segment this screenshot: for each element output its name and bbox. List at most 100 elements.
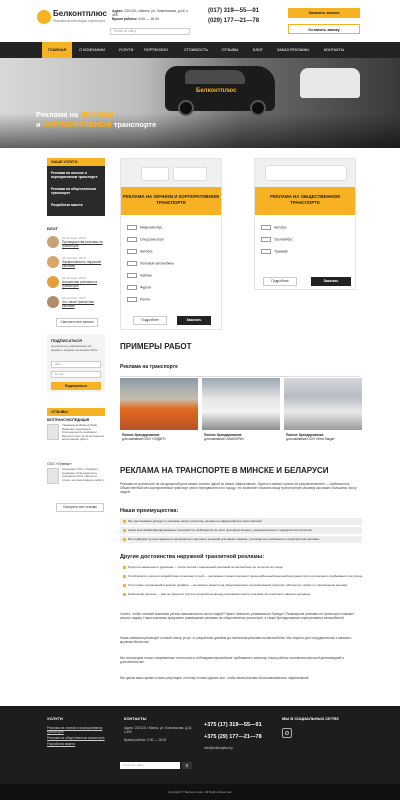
card-more-button[interactable]: Подробнее — [263, 277, 297, 286]
hero-line1-a: Реклама на — [36, 110, 81, 119]
hero-line1-b: ЛИЧНОМ — [80, 110, 114, 119]
work-photo[interactable] — [120, 378, 198, 430]
about-paragraph: Хотите, чтобы о вашей компании узнало ма… — [120, 612, 355, 620]
hero-title: Реклама на ЛИЧНОМ и КОРПОРАТИВНОМ трансп… — [36, 110, 156, 130]
work-photo[interactable] — [284, 378, 362, 430]
sidebar-service-public[interactable]: Реклама на общественном транспорте — [51, 187, 103, 195]
hero-banner: Белконтплюс — [0, 58, 400, 148]
nav-item-blog[interactable]: БЛОГ — [248, 42, 268, 58]
hero-car-logo: Белконтплюс — [196, 88, 237, 94]
about-paragraph: Мы используем только современные техноло… — [120, 656, 344, 664]
work-photo[interactable] — [202, 378, 280, 430]
benefit-item: Устойчивость к влаге и воздействию солне… — [120, 573, 362, 580]
review-text: Компания ООО «Трэвэкс» выражает благодар… — [62, 467, 105, 482]
review-item: ООО «Трэвэкс» Компания ООО «Трэвэкс» выр… — [47, 462, 105, 492]
sidebar-service-personal[interactable]: Реклама на личном и корпоративном трансп… — [51, 171, 103, 179]
option-label: Ралли — [140, 297, 150, 302]
all-posts-button[interactable]: Смотреть все записи — [56, 318, 98, 327]
phone-2[interactable]: (029) 177—21—78 — [208, 16, 259, 26]
footer-service-link[interactable]: Реклама на личном и корпоративном трансп… — [47, 726, 109, 734]
footer-search-input[interactable]: Поиск по сайту — [120, 762, 180, 769]
footer-phone-1[interactable]: +375 (17) 319—55—91 — [204, 722, 262, 728]
option-item[interactable]: Автобус — [261, 225, 287, 230]
nav-item-about[interactable]: О КОМПАНИИ — [74, 42, 110, 58]
phone-1[interactable]: (017) 319—55—91 — [208, 6, 259, 16]
blog-title[interactable]: Эффективность наружной рекламы — [62, 260, 105, 269]
option-item[interactable]: Кабина — [127, 273, 151, 278]
other-benefits-title: Другие достоинства наружной транзитной р… — [120, 554, 265, 560]
footer-service-link[interactable]: Реклама на общественном транспорте — [47, 736, 109, 740]
review-letter-thumb[interactable] — [47, 424, 59, 440]
about-paragraph: Реклама на транспорте на сегодняшний ден… — [120, 482, 357, 494]
work-caption-client: для компании ООО «ЭЛДИТ» — [122, 436, 166, 441]
option-item[interactable]: Троллейбус — [261, 237, 293, 242]
nav-item-reviews[interactable]: ОТЗЫВЫ — [218, 42, 242, 58]
van-icon — [127, 285, 137, 290]
option-item[interactable]: Автобус — [127, 249, 153, 254]
option-item[interactable]: Фургон — [127, 285, 151, 290]
blog-title[interactable]: Что такое транзитная реклама — [62, 300, 105, 309]
option-label: Спецтранспорт — [140, 237, 165, 242]
copyright: Copyright © Белконтплюс. All Rights Rese… — [0, 784, 400, 800]
search-input[interactable]: Поиск по сайту — [110, 28, 190, 35]
rally-car-icon — [127, 297, 137, 302]
cabin-icon — [127, 273, 137, 278]
option-label: Фургон — [140, 285, 152, 290]
nav-item-contacts[interactable]: КОНТАКТЫ — [318, 42, 350, 58]
card-title[interactable]: РЕКЛАМА НА ОБЩЕСТВЕННОМ ТРАНСПОРТЕ — [255, 187, 355, 215]
blog-post[interactable]: 05 октября, 2016 Что такое транзитная ре… — [47, 296, 105, 310]
nav-item-home[interactable]: ГЛАВНАЯ — [42, 42, 72, 58]
order-button[interactable]: Оставить заявку — [288, 24, 360, 34]
call-button[interactable]: Заказать звонок — [288, 8, 360, 18]
footer-email[interactable]: info@belkontplus.by — [204, 746, 233, 750]
hero-wheel-rear — [250, 100, 266, 116]
blog-post[interactable]: 05 октября, 2016 Актуальная реклама на т… — [47, 276, 105, 290]
advantage-item: Мы увеличиваем доходы от рекламы наших к… — [120, 518, 362, 525]
blog-title[interactable]: Актуальная реклама на транспорте — [62, 280, 105, 289]
blog-thumb — [47, 276, 59, 288]
footer-phone-2[interactable]: +375 (29) 177—21—78 — [204, 734, 262, 740]
search-icon[interactable]: ⚲ — [182, 762, 192, 769]
option-item[interactable]: Легковой автомобиль — [127, 261, 174, 266]
divider — [120, 376, 360, 377]
subscribe-email-input[interactable]: E-mail — [51, 371, 101, 378]
card-order-button[interactable]: Заказать — [311, 277, 351, 286]
blog-thumb — [47, 296, 59, 308]
logo-icon[interactable] — [37, 10, 51, 24]
subscribe-name-input[interactable]: Имя — [51, 361, 101, 368]
nav-item-order[interactable]: ЗАКАЗ РЕКЛАМЫ — [272, 42, 314, 58]
advantage-item: Мы подберем лучшие варианты материалов и… — [120, 536, 362, 543]
option-item[interactable]: Трамвай — [261, 249, 288, 254]
card-image — [255, 159, 355, 187]
blog-post[interactable]: 05 октября, 2016 Эффективность наружной … — [47, 256, 105, 270]
blog-thumb — [47, 256, 59, 268]
footer-social-heading: МЫ В СОЦИАЛЬНЫХ СЕТЯХ — [282, 716, 339, 721]
review-item: БЕЛТРАНСЭКСПЕДИЦИЯ Уважаемый Иванов Иван… — [47, 418, 105, 463]
hero-car-window — [185, 70, 245, 84]
option-item[interactable]: Микроавтобус — [127, 225, 162, 230]
nav-item-portfolio[interactable]: ПОРТФОЛИО — [140, 42, 172, 58]
bus-illustration — [265, 165, 347, 181]
blog-title[interactable]: Преимущества рекламы на транспорте — [62, 240, 105, 249]
card-image — [121, 159, 221, 187]
option-item[interactable]: Ралли — [127, 297, 150, 302]
nav-item-services[interactable]: УСЛУГИ — [112, 42, 140, 58]
benefit-item: Небольшие затраты — вам не придется трат… — [120, 591, 362, 598]
reviews-heading: ОТЗЫВЫ — [47, 408, 105, 416]
card-title[interactable]: РЕКЛАМА НА ЛИЧНОМ И КОРПОРАТИВНОМ ТРАНСП… — [121, 187, 221, 215]
review-letter-thumb[interactable] — [47, 468, 59, 484]
card-order-button[interactable]: Заказать — [177, 316, 211, 325]
instagram-icon[interactable] — [282, 728, 292, 738]
nav-item-price[interactable]: СТОИМОСТЬ — [180, 42, 212, 58]
sidebar-service-design[interactable]: Разработка макета — [51, 203, 103, 207]
blog-post[interactable]: 05 октября, 2016 Преимущества рекламы на… — [47, 236, 105, 250]
all-reviews-button[interactable]: Смотреть все отзывы — [56, 503, 104, 512]
card-more-button[interactable]: Подробнее — [133, 316, 167, 325]
logo-text[interactable]: Белконтплюс — [53, 9, 107, 18]
subscribe-button[interactable]: Подписаться — [51, 382, 101, 390]
option-label: Автобус — [140, 249, 153, 254]
footer-service-link[interactable]: Разработка макета — [47, 742, 109, 746]
option-item[interactable]: Спецтранспорт — [127, 237, 164, 242]
footer-address: Адрес: 220125, г.Минск, ул. Ломоносова, … — [124, 726, 193, 734]
subscribe-text: на рассылку информации об акциях и скидк… — [51, 344, 98, 352]
